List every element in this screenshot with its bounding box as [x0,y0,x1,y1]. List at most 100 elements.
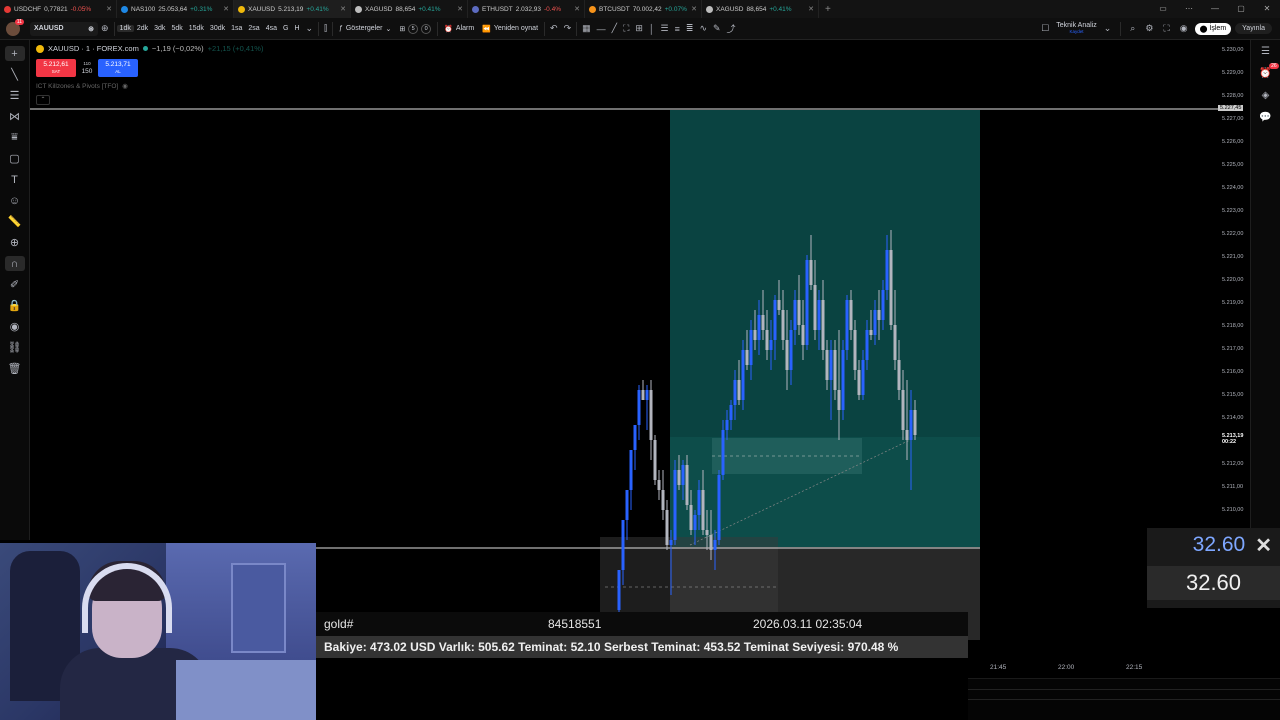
trend-line-icon[interactable]: ╱ [609,23,620,34]
close-tab-icon[interactable]: ✕ [223,5,229,13]
fib-icon[interactable]: ☰ [658,23,672,34]
timeframe-2dk[interactable]: 2dk [134,25,151,32]
price-scale[interactable]: 5.230,00 5.229,00 5.228,00 5.227,00 5.226,00… [1218,40,1250,520]
layout-icon[interactable]: ▭ [1150,0,1176,18]
candle-type-icon[interactable]: ⫿ [321,23,330,34]
browser-tab-xagusd[interactable]: XAGUSD 88,654 +0.41% ✕ [702,0,819,18]
close-tab-icon[interactable]: ✕ [340,5,346,13]
time-axis[interactable]: 21:45 22:00 22:15 [968,658,1280,678]
browser-tab-nas100[interactable]: NAS100 25.053,64 +0.31% ✕ [117,0,234,18]
pencil-lock-icon[interactable]: ✐ [5,277,25,292]
indicator-legend[interactable]: ICT Killzones & Pivots [TFO] ◉ [36,82,128,91]
close-tab-icon[interactable]: ✕ [808,5,814,13]
symbol-search[interactable]: XAUUSD ⊛ [30,21,98,36]
layouts-button[interactable]: ⊞ 5 0 [395,18,435,40]
wave-icon[interactable]: ∿ [696,23,710,34]
trendline-icon[interactable]: ╲ [5,67,25,82]
compare-plus-icon[interactable]: ⊕ [98,23,112,34]
candle-body [637,390,641,425]
browser-tab-btcusdt[interactable]: BTCUSDT 70.002,42 +0.07% ✕ [585,0,702,18]
fib-retracement-icon[interactable]: ☰ [5,88,25,103]
divider [437,21,439,36]
pattern-icon[interactable]: ≣ [683,23,697,34]
close-window-button[interactable]: ✕ [1254,0,1280,18]
grid-tool-icon[interactable]: ⊞ [632,23,646,34]
close-icon[interactable]: ✕ [1255,533,1272,558]
camera-icon[interactable]: ◉ [1177,23,1191,34]
shapes-icon[interactable]: ▢ [5,151,25,166]
close-tab-icon[interactable]: ✕ [457,5,463,13]
zoom-icon[interactable]: ⊕ [5,235,25,250]
candle-body [813,285,817,330]
fullscreen-icon[interactable]: ⛶ [1160,23,1172,34]
timeframe-15dk[interactable]: 15dk [186,25,207,32]
timeframe-G[interactable]: G [280,25,291,32]
crosshair-icon[interactable]: + [4,46,25,61]
candle-body [653,440,657,480]
indicators-button[interactable]: ƒ Göstergeler ⌄ [335,18,395,40]
publish-button[interactable]: Yayınla [1235,23,1272,34]
watchlist-icon[interactable]: ☰ [1261,46,1270,57]
browser-tab-usdchf[interactable]: USDCHF 0,77821 -0.05% ✕ [0,0,117,18]
timeframe-30dk[interactable]: 30dk [207,25,228,32]
timeframe-1sa[interactable]: 1sa [228,25,245,32]
price-tick: 5.226,00 [1222,139,1244,145]
vertical-line-icon[interactable]: │ [646,24,658,34]
path-icon[interactable]: ⤴ [724,22,739,35]
chat-icon[interactable]: 💬 [1259,112,1271,123]
alarm-button[interactable]: ⏰ Alarm [440,18,478,40]
ruler-icon[interactable]: 📏 [5,214,25,229]
eye-icon[interactable]: ◉ [122,82,128,90]
chevron-down-icon[interactable]: ⌄ [1101,23,1115,34]
close-tab-icon[interactable]: ✕ [106,5,112,13]
eye-icon[interactable]: ◉ [5,319,25,334]
replay-button[interactable]: ⏪ Yeniden oynat [478,18,542,40]
pattern-tool-icon[interactable]: ⩸ [5,130,25,145]
buy-button[interactable]: 5.213,71 AL [98,59,138,77]
timeframe-dropdown-icon[interactable]: ⌄ [303,23,317,34]
magnet-icon[interactable]: ∩ [4,256,25,271]
sell-button[interactable]: 5.212,61 SAT [36,59,76,77]
maximize-button[interactable]: ▢ [1228,0,1254,18]
redo-icon[interactable]: ↷ [561,23,575,34]
lock-icon[interactable]: 🔒 [5,298,25,313]
browser-tab-xauusd[interactable]: XAUUSD 5.213,19 +0.41% ✕ [234,0,351,18]
layers-icon[interactable]: ◈ [1262,90,1270,101]
close-tab-icon[interactable]: ✕ [574,5,580,13]
timeframe-H[interactable]: H [291,25,302,32]
brush-icon[interactable]: ✎ [710,23,724,34]
timeframe-1dk[interactable]: 1dk [116,25,134,32]
timeframe-3dk[interactable]: 3dk [151,25,168,32]
close-tab-icon[interactable]: ✕ [691,5,697,13]
rectangle-tool-icon[interactable]: ⛶ [620,23,632,34]
tech-analysis-button[interactable]: Teknik Analiz Kaydet [1056,22,1096,35]
alerts-icon[interactable]: ⏰ 26 [1259,63,1279,79]
undo-icon[interactable]: ↶ [547,23,561,34]
emoji-icon[interactable]: ☺ [5,193,25,208]
new-tab-button[interactable]: + [819,4,837,15]
trash-icon[interactable]: 🗑 [5,361,25,376]
search-icon[interactable]: ⌕ [1127,23,1138,34]
timeframe-2sa[interactable]: 2sa [245,25,262,32]
gear-icon[interactable]: ⚙ [1142,23,1156,34]
text-tool-icon[interactable]: T [5,172,25,187]
symbol-settings-icon[interactable]: ⊛ [88,25,94,33]
browser-tab-ethusdt[interactable]: ETHUSDT 2.032,93 -0.4% ✕ [468,0,585,18]
tab-price: 0,77821 [44,5,68,13]
minimize-button[interactable]: — [1202,0,1228,18]
more-icon[interactable]: ⋯ [1176,0,1202,18]
table-icon[interactable]: ▦ [579,23,594,34]
collapse-legend-button[interactable]: ⌃ [36,95,50,105]
checkbox-icon[interactable]: ☐ [1038,23,1052,34]
browser-tab-xagusd[interactable]: XAGUSD 88,654 +0.41% ✕ [351,0,468,18]
lot-size-input[interactable]: 32.60 [1147,566,1280,600]
timeframe-5dk[interactable]: 5dk [168,25,185,32]
channel-icon[interactable]: ≡ [672,24,683,34]
horizontal-line-icon[interactable]: — [594,24,609,34]
link-icon[interactable]: ⛓ [5,340,25,355]
timeframe-4sa[interactable]: 4sa [263,25,280,32]
trade-button[interactable]: ⬤ İşlem [1194,22,1232,35]
candle-body [913,410,917,435]
pitchfork-icon[interactable]: ⋈ [5,109,25,124]
user-avatar[interactable]: 11 [6,18,24,36]
